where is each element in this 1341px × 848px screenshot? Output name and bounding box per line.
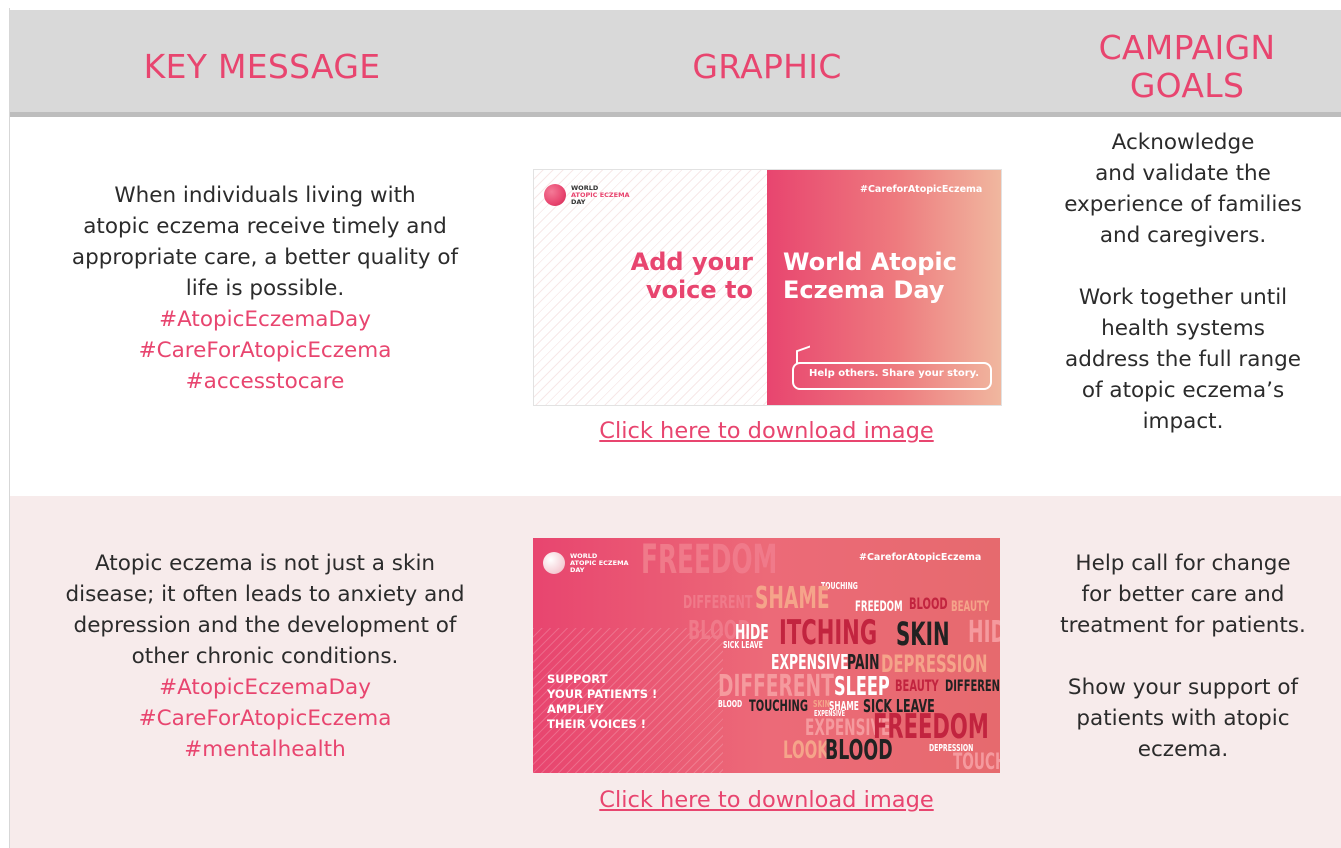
hashtag: #AtopicEczemaDay [159, 307, 371, 332]
word-cloud-word: BLOOD [909, 594, 948, 613]
word-cloud-word: PAIN [847, 650, 880, 674]
word-cloud-word: BEAUTY [895, 676, 939, 695]
message-line: life is possible. [185, 276, 345, 301]
hashtag: #CareForAtopicEczema [138, 338, 392, 363]
goal-line: treatment for patients. [1060, 613, 1306, 638]
goal-line: health systems [1101, 316, 1265, 341]
header-goals-line1: CAMPAIGN [1098, 28, 1276, 67]
headline-line: World Atopic [783, 248, 957, 276]
word-cloud-word: HIDE [968, 615, 1000, 650]
globe-icon [544, 184, 566, 206]
row2-graphic-image: WORLD ATOPIC ECZEMA DAY #CareforAtopicEc… [533, 538, 1000, 773]
globe-icon [543, 552, 565, 574]
word-cloud-word: TOUCHING [953, 750, 1000, 774]
goal-line: Acknowledge [1111, 130, 1255, 155]
top-margin [0, 0, 1341, 8]
goal-line: and validate the [1095, 161, 1271, 186]
world-atopic-eczema-day-logo: WORLD ATOPIC ECZEMA DAY [544, 184, 630, 206]
word-cloud-word: SHAME [755, 581, 830, 616]
goal-item: Work together until health systems addre… [1030, 282, 1336, 437]
world-atopic-eczema-day-logo: WORLD ATOPIC ECZEMA DAY [543, 552, 629, 574]
goal-line: Work together until [1078, 285, 1288, 310]
word-cloud-word: SKIN [896, 615, 950, 653]
word-cloud-word: LOOK [783, 736, 829, 764]
row2-key-message: Atopic eczema is not just a skin disease… [18, 548, 512, 765]
hashtag: #AtopicEczemaDay [159, 675, 371, 700]
goal-line: and caregivers. [1099, 223, 1267, 248]
graphic-hashtag: #CareforAtopicEczema [859, 552, 982, 563]
header-graphic: GRAPHIC [692, 47, 842, 86]
goal-line: Show your support of [1067, 675, 1299, 700]
goal-line: address the full range [1065, 347, 1301, 372]
row2-campaign-goals: Help call for change for better care and… [1030, 548, 1336, 765]
header-key-message: KEY MESSAGE [143, 47, 381, 86]
support-line: THEIR VOICES ! [547, 717, 647, 731]
hashtag: #mentalhealth [184, 737, 346, 762]
goal-item: Show your support of patients with atopi… [1030, 672, 1336, 765]
word-cloud-word: BLOOD [825, 733, 893, 766]
row1-campaign-goals: Acknowledge and validate the experience … [1030, 127, 1336, 437]
row1-graphic-image: WORLD ATOPIC ECZEMA DAY #CareforAtopicEc… [533, 169, 1002, 406]
goal-line: patients with atopic [1076, 706, 1290, 731]
word-cloud-word: ITCHING [779, 613, 878, 653]
message-line: other chronic conditions. [131, 644, 399, 669]
goal-line: for better care and [1081, 582, 1285, 607]
speech-bubble-text: Help others. Share your story. [809, 368, 980, 379]
word-cloud-word: SICK LEAVE [723, 640, 763, 651]
hashtag: #CareForAtopicEczema [138, 706, 392, 731]
word-cloud-word: DIFFERENT [683, 592, 753, 613]
goal-item: Help call for change for better care and… [1030, 548, 1336, 641]
header-goals-line2: GOALS [1129, 66, 1245, 105]
support-text: SUPPORT YOUR PATIENTS ! AMPLIFY THEIR VO… [547, 672, 657, 732]
word-cloud-word: BEAUTY [951, 599, 990, 615]
message-line: When individuals living with [114, 183, 416, 208]
goal-line: of atopic eczema’s [1081, 378, 1285, 403]
support-line: YOUR PATIENTS ! [547, 687, 658, 701]
row1-key-message: When individuals living with atopic ecze… [18, 180, 512, 397]
word-cloud-word: FREEDOM [855, 599, 903, 615]
goal-line: Help call for change [1075, 551, 1291, 576]
word-cloud-word: TOUCHING [749, 696, 808, 715]
headline-line: Add your [630, 248, 753, 276]
goal-line: eczema. [1137, 737, 1229, 762]
support-line: AMPLIFY [547, 702, 604, 716]
message-line: disease; it often leads to anxiety and [65, 582, 465, 607]
goal-line: experience of families [1064, 192, 1302, 217]
graphic-left-headline: Add your voice to [631, 248, 753, 304]
message-line: Atopic eczema is not just a skin [94, 551, 436, 576]
word-cloud-word: DIFFERENT [945, 676, 1000, 695]
message-line: depression and the development of [73, 613, 457, 638]
goal-line: impact. [1142, 409, 1224, 434]
goal-item: Acknowledge and validate the experience … [1030, 127, 1336, 251]
row2-hashtags: #AtopicEczemaDay #CareForAtopicEczema #m… [18, 672, 512, 765]
word-cloud-word: HIDE [735, 620, 769, 644]
graphic-hashtag: #CareforAtopicEczema [860, 184, 983, 195]
row2-download-link[interactable]: Click here to download image [533, 787, 1000, 813]
logo-line: DAY [571, 197, 586, 206]
hashtag: #accesstocare [185, 369, 345, 394]
header-divider [10, 112, 1341, 117]
message-line: atopic eczema receive timely and [83, 214, 447, 239]
headline-line: voice to [645, 276, 753, 304]
word-cloud-word: BLOOD [718, 699, 743, 710]
support-line: SUPPORT [547, 672, 608, 686]
header-campaign-goals: CAMPAIGN GOALS [1064, 29, 1310, 105]
word-cloud-word: FREEDOM [641, 538, 778, 583]
graphic-right-headline: World Atopic Eczema Day [783, 248, 957, 304]
message-line: appropriate care, a better quality of [71, 245, 459, 270]
logo-line: DAY [570, 565, 585, 574]
word-cloud-word: DEPRESSION [881, 650, 988, 678]
row1-download-link[interactable]: Click here to download image [533, 418, 1000, 444]
headline-line: Eczema Day [783, 276, 945, 304]
row1-hashtags: #AtopicEczemaDay #CareForAtopicEczema #a… [18, 304, 512, 397]
